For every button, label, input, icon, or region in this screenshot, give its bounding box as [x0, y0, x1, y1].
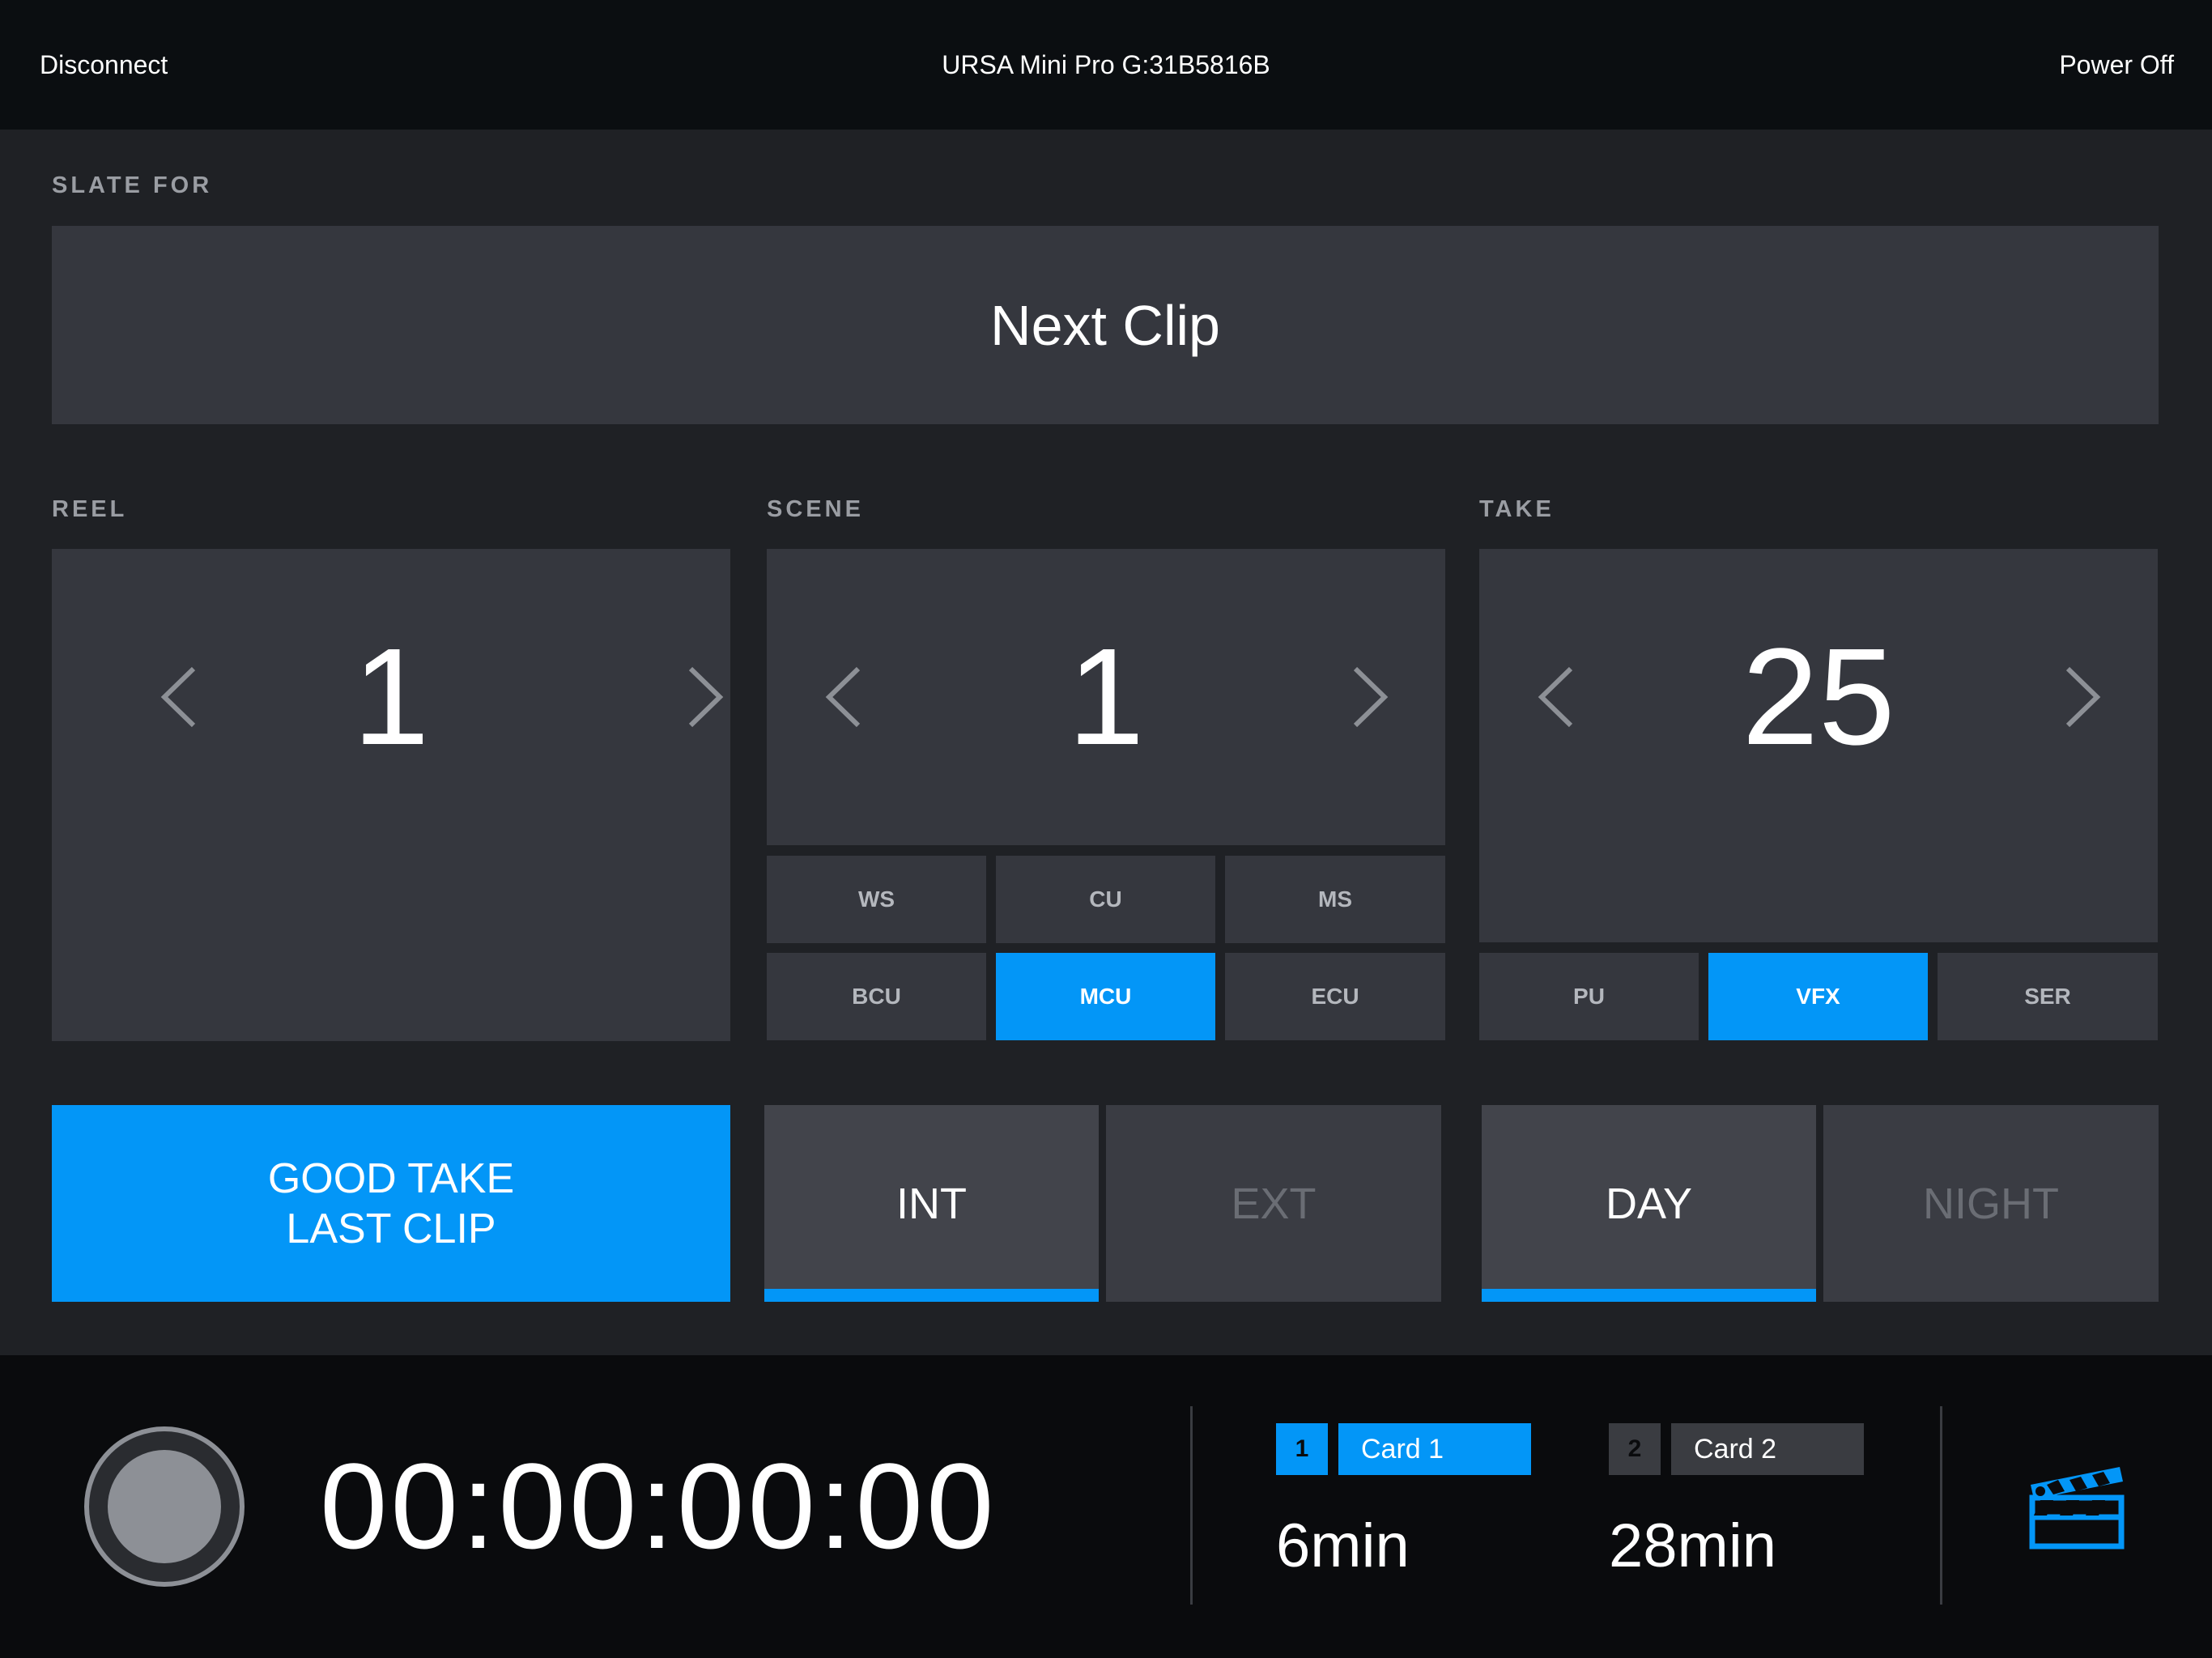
shot-ecu-button[interactable]: ECU [1225, 953, 1445, 1040]
record-icon [108, 1450, 221, 1563]
day-button[interactable]: DAY [1482, 1105, 1816, 1302]
good-take-line2: LAST CLIP [286, 1205, 496, 1252]
shot-cu-button[interactable]: CU [996, 856, 1215, 943]
int-selected-indicator [764, 1289, 1099, 1302]
scene-value: 1 [1067, 620, 1145, 774]
shot-mcu-button[interactable]: MCU [996, 953, 1215, 1040]
take-label: TAKE [1479, 496, 1555, 522]
take-value: 25 [1742, 620, 1895, 774]
take-panel: 25 [1479, 549, 2158, 942]
chevron-right-icon [1353, 666, 1389, 728]
take-next-button[interactable] [2046, 549, 2119, 845]
divider-right [1940, 1406, 1942, 1605]
slate-button[interactable] [2024, 1456, 2129, 1553]
scene-panel: 1 [767, 549, 1445, 845]
card-1-button[interactable]: Card 1 [1338, 1423, 1531, 1475]
good-take-button[interactable]: GOOD TAKE LAST CLIP [52, 1105, 730, 1302]
take-vfx-button[interactable]: VFX [1708, 953, 1928, 1040]
slate-for-value: Next Clip [990, 293, 1220, 357]
chevron-right-icon [688, 666, 724, 728]
night-button[interactable]: NIGHT [1823, 1105, 2159, 1302]
camera-title: URSA Mini Pro G:31B5816B [942, 50, 1270, 79]
divider-left [1190, 1406, 1193, 1605]
reel-value: 1 [352, 620, 430, 774]
slate-for-selector[interactable]: Next Clip [52, 226, 2159, 424]
int-label: INT [896, 1179, 967, 1228]
card-1-remaining: 6min [1276, 1511, 1410, 1580]
shot-ms-button[interactable]: MS [1225, 856, 1445, 943]
night-label: NIGHT [1923, 1179, 2059, 1228]
timecode: 00:00:00:00 [320, 1438, 998, 1574]
take-ser-button[interactable]: SER [1938, 953, 2158, 1040]
card-2-button[interactable]: Card 2 [1671, 1423, 1864, 1475]
card-1-number: 1 [1276, 1423, 1328, 1475]
record-button[interactable] [84, 1426, 245, 1587]
clapperboard-icon [2029, 1467, 2125, 1550]
slate-for-label: SLATE FOR [52, 172, 213, 198]
reel-panel: 1 [52, 549, 730, 1041]
reel-next-button[interactable] [669, 549, 742, 845]
int-button[interactable]: INT [764, 1105, 1099, 1302]
day-selected-indicator [1482, 1289, 1816, 1302]
power-off-button[interactable]: Power Off [2059, 0, 2174, 130]
ext-button[interactable]: EXT [1106, 1105, 1441, 1302]
scene-label: SCENE [767, 496, 864, 522]
shot-ws-button[interactable]: WS [767, 856, 986, 943]
card-2-remaining: 28min [1609, 1511, 1776, 1580]
scene-next-button[interactable] [1334, 549, 1406, 845]
ext-label: EXT [1231, 1179, 1317, 1228]
take-pu-button[interactable]: PU [1479, 953, 1699, 1040]
shot-bcu-button[interactable]: BCU [767, 953, 986, 1040]
top-bar: Disconnect URSA Mini Pro G:31B5816B Powe… [0, 0, 2212, 130]
chevron-right-icon [2065, 666, 2101, 728]
good-take-line1: GOOD TAKE [267, 1154, 515, 1202]
day-label: DAY [1605, 1179, 1693, 1228]
reel-label: REEL [52, 496, 128, 522]
card-2-number: 2 [1609, 1423, 1661, 1475]
